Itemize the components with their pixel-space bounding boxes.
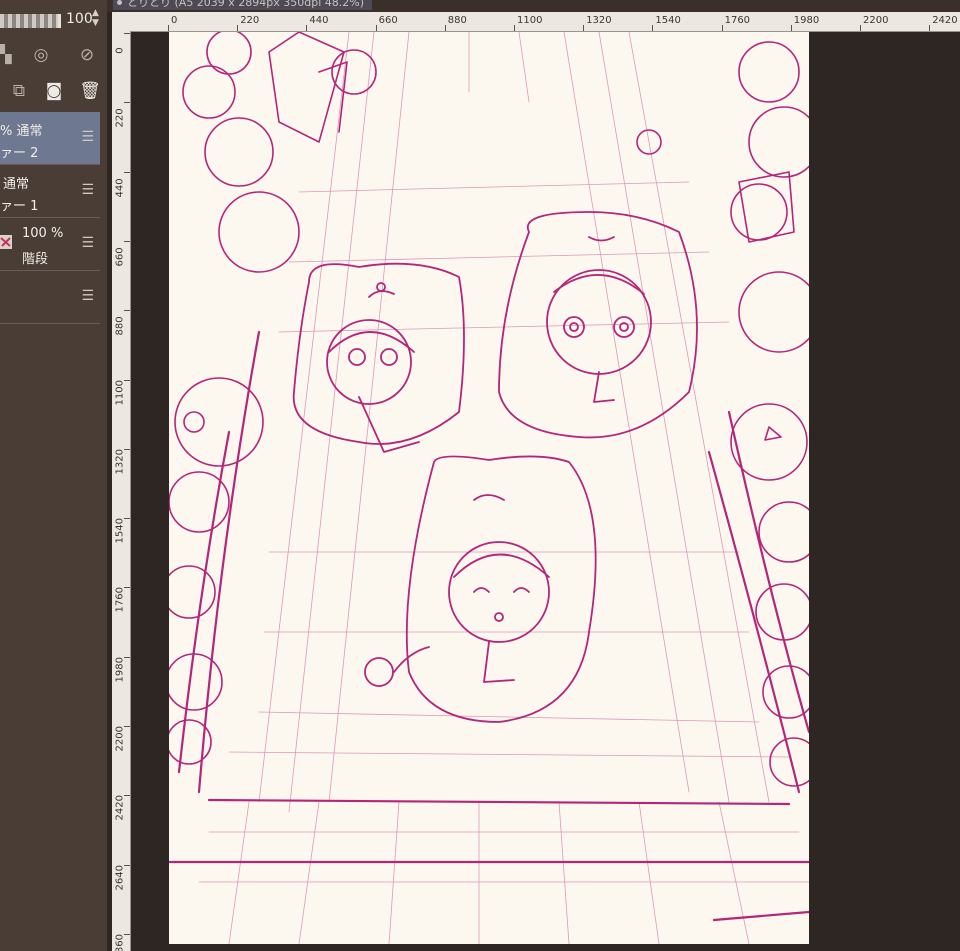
ruler-top-label: 1320 — [586, 15, 612, 26]
sketch-artwork — [169, 32, 809, 944]
ruler-left-label: 660 — [114, 247, 126, 267]
layer-menu-icon[interactable]: ☰ — [81, 129, 94, 145]
ruler-top-tick — [514, 25, 515, 31]
ruler-top-label: 2420 — [932, 15, 958, 26]
layer-item-empty[interactable]: ☰ — [0, 271, 100, 324]
document-tab-bar: とりとり (A5 2039 x 2894px 350dpi 48.2%) — [107, 0, 960, 12]
layer-mask-icon[interactable]: ◙ — [41, 78, 67, 104]
ruler-left[interactable]: 0 220 440 660 880 1100 1320 1540 1760 1980 2200 242… — [112, 31, 131, 951]
ruler-top-label: 220 — [240, 15, 260, 26]
layer-menu-icon[interactable]: ☰ — [81, 182, 94, 198]
ruler-top-tick — [237, 25, 239, 31]
ruler-left-label: 1540 — [114, 518, 126, 544]
opacity-value[interactable]: 100 — [66, 11, 93, 27]
ruler-top-tick — [444, 25, 446, 31]
ruler-top-label: 1980 — [793, 15, 820, 26]
ruler-top-label: 660 — [378, 15, 398, 26]
ruler-top-tick — [790, 25, 792, 31]
ruler-top-tick — [375, 25, 377, 31]
ruler-left-label: 1980 — [114, 656, 126, 683]
ruler-left-label: 1760 — [114, 587, 126, 613]
ruler-left-label: 2200 — [114, 726, 126, 752]
layer-opacity-label: 100 % — [22, 226, 64, 241]
layer-tools-row-1: ▚ ◎ ⊘ — [0, 42, 107, 72]
opacity-spinner-icon[interactable]: ▲ ▼ — [92, 8, 99, 28]
opacity-row: 100 ▲ ▼ — [0, 6, 107, 34]
ruler-top-label: 880 — [447, 15, 467, 26]
ruler-left-label: 880 — [114, 316, 126, 336]
ruler-top-tick — [583, 25, 585, 31]
layer-name-label: 階段 — [22, 252, 49, 267]
ruler-top-tick — [168, 25, 169, 31]
ruler-corner — [112, 12, 130, 31]
ruler-left-tick — [124, 33, 130, 34]
ruler-top-label: 2200 — [863, 15, 889, 26]
ruler-left-label: 220 — [114, 108, 126, 128]
ruler-top-label: 440 — [309, 15, 329, 26]
layer-tools-row-2: ⧉ ◙ 🗑 — [0, 78, 107, 108]
layer-panel: 100 ▲ ▼ ▚ ◎ ⊘ ⧉ ◙ 🗑 % 通常 ァー 2 ☰ 通常 ァー 1 ☰… — [0, 0, 107, 951]
ruler-left-label: 2640 — [114, 864, 126, 891]
ruler-top-label: 0 — [171, 15, 178, 26]
reference-layer-icon[interactable]: ⊘ — [74, 42, 100, 68]
ruler-left-label: 440 — [114, 178, 126, 198]
delete-layer-icon[interactable]: 🗑 — [77, 78, 103, 104]
ruler-left-label: 2860 — [114, 933, 126, 951]
document-title: とりとり (A5 2039 x 2894px 350dpi 48.2%) — [127, 0, 365, 9]
canvas-paper[interactable] — [169, 32, 809, 944]
new-layer-icon[interactable]: ⧉ — [6, 78, 32, 104]
ruler-top-tick — [860, 25, 861, 31]
ruler-top-tick — [306, 25, 308, 31]
ruler-left-tick — [124, 102, 130, 104]
layer-thumbnail-icon — [0, 235, 12, 249]
ruler-left-label: 2420 — [114, 795, 126, 821]
document-tab[interactable]: とりとり (A5 2039 x 2894px 350dpi 48.2%) — [113, 0, 373, 10]
layer-mode-label: 通常 — [3, 177, 30, 192]
ruler-top-tick — [652, 25, 654, 31]
ruler-top[interactable]: 0 220 440 660 880 1100 1320 1540 1760 1980 2200 242… — [130, 12, 960, 32]
ruler-top-label: 1540 — [655, 15, 681, 26]
ruler-left-label: 1100 — [114, 379, 126, 405]
layer-name-label: ァー 1 — [0, 199, 39, 214]
ruler-top-label: 1100 — [517, 15, 543, 26]
modified-dot-icon — [117, 0, 122, 5]
ruler-top-tick — [929, 25, 931, 31]
layer-name-label: ァー 2 — [0, 146, 39, 161]
layer-item-stairs[interactable]: 100 % 階段 ☰ — [0, 218, 100, 271]
ruler-left-tick — [124, 171, 130, 173]
ruler-top-tick — [721, 25, 723, 31]
ruler-left-tick — [124, 240, 130, 242]
ruler-left-label: 1320 — [114, 448, 126, 475]
layer-menu-icon[interactable]: ☰ — [81, 235, 94, 251]
checker-icon[interactable]: ▚ — [0, 42, 18, 68]
layer-item-layer-2[interactable]: % 通常 ァー 2 ☰ — [0, 112, 100, 165]
layer-mode-label: % 通常 — [0, 124, 43, 139]
ruler-top-label: 1760 — [724, 15, 751, 26]
clip-mask-icon[interactable]: ◎ — [28, 42, 54, 68]
opacity-slider[interactable] — [0, 14, 61, 28]
ruler-left-label: 0 — [114, 47, 126, 54]
layer-item-layer-1[interactable]: 通常 ァー 1 ☰ — [0, 165, 100, 218]
ruler-left-tick — [124, 310, 130, 312]
layer-menu-icon[interactable]: ☰ — [81, 288, 94, 304]
canvas-area[interactable] — [131, 32, 960, 951]
